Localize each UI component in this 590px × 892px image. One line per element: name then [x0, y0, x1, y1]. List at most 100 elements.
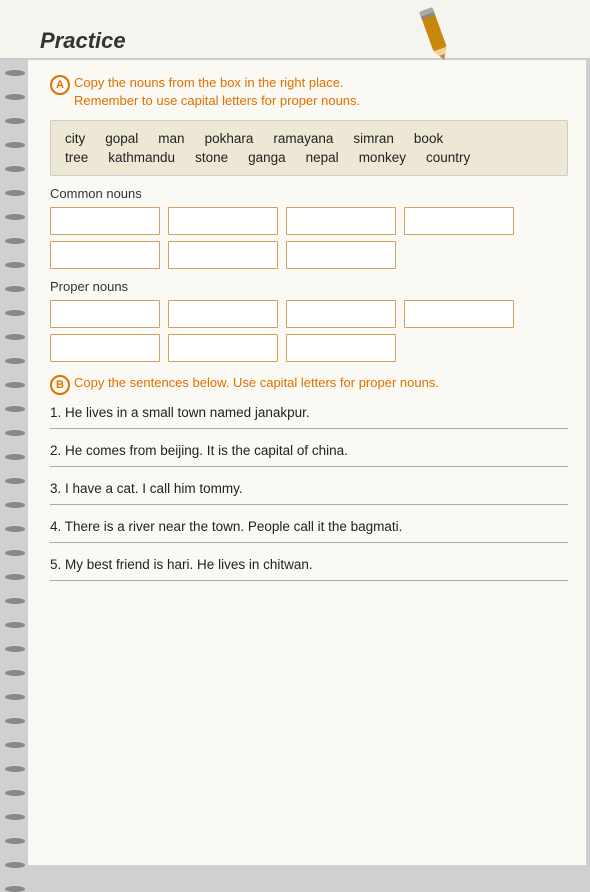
top-bar: Practice [0, 0, 590, 60]
section-b-circle: B [50, 375, 70, 395]
spiral-ring [5, 238, 25, 244]
common-noun-box-6[interactable] [168, 241, 278, 269]
sentence-3: 3. I have a cat. I call him tommy. [50, 481, 568, 505]
common-nouns-row2 [50, 241, 568, 269]
main-content: A Copy the nouns from the box in the rig… [28, 60, 586, 865]
word-kathmandu: kathmandu [108, 150, 175, 165]
pencil-icon [410, 0, 460, 70]
spiral-ring [5, 142, 25, 148]
word-pokhara: pokhara [205, 131, 254, 146]
spiral-ring [5, 526, 25, 532]
spiral-ring [5, 262, 25, 268]
sentence-1: 1. He lives in a small town named janakp… [50, 405, 568, 429]
word-simran: simran [353, 131, 394, 146]
spiral-ring [5, 70, 25, 76]
spiral-ring [5, 694, 25, 700]
word-nepal: nepal [306, 150, 339, 165]
word-monkey: monkey [359, 150, 406, 165]
proper-noun-box-3[interactable] [286, 300, 396, 328]
common-noun-box-5[interactable] [50, 241, 160, 269]
proper-noun-box-1[interactable] [50, 300, 160, 328]
common-nouns-label: Common nouns [50, 186, 568, 201]
word-box: city gopal man pokhara ramayana simran b… [50, 120, 568, 176]
word-stone: stone [195, 150, 228, 165]
spiral-ring [5, 742, 25, 748]
proper-nouns-label: Proper nouns [50, 279, 568, 294]
spiral-ring [5, 190, 25, 196]
spiral-ring [5, 166, 25, 172]
word-row-2: tree kathmandu stone ganga nepal monkey … [65, 150, 553, 165]
proper-nouns-row2 [50, 334, 568, 362]
word-gopal: gopal [105, 131, 138, 146]
spiral-ring [5, 646, 25, 652]
sentence-5-line [50, 580, 568, 581]
proper-noun-box-6[interactable] [168, 334, 278, 362]
sentence-2: 2. He comes from beijing. It is the capi… [50, 443, 568, 467]
sentence-5: 5. My best friend is hari. He lives in c… [50, 557, 568, 581]
section-b-header: B Copy the sentences below. Use capital … [50, 374, 568, 395]
section-b-instruction: Copy the sentences below. Use capital le… [74, 374, 439, 392]
spiral-ring [5, 862, 25, 868]
section-a-line1: Copy the nouns from the box in the right… [74, 75, 344, 90]
word-ganga: ganga [248, 150, 286, 165]
spiral-ring [5, 478, 25, 484]
page-title: Practice [40, 28, 126, 54]
spiral-ring [5, 94, 25, 100]
spiral-ring [5, 286, 25, 292]
proper-noun-box-2[interactable] [168, 300, 278, 328]
word-book: book [414, 131, 443, 146]
spiral-ring [5, 502, 25, 508]
section-a-instruction: Copy the nouns from the box in the right… [74, 74, 360, 110]
spiral-ring [5, 550, 25, 556]
common-noun-box-3[interactable] [286, 207, 396, 235]
sentence-5-text: 5. My best friend is hari. He lives in c… [50, 557, 568, 572]
proper-noun-box-7[interactable] [286, 334, 396, 362]
sentence-2-line [50, 466, 568, 467]
sentence-3-line [50, 504, 568, 505]
proper-noun-box-4[interactable] [404, 300, 514, 328]
spiral-ring [5, 214, 25, 220]
spiral-ring [5, 454, 25, 460]
sentence-3-text: 3. I have a cat. I call him tommy. [50, 481, 568, 496]
spiral-ring [5, 598, 25, 604]
spiral-ring [5, 574, 25, 580]
word-city: city [65, 131, 85, 146]
proper-noun-box-5[interactable] [50, 334, 160, 362]
common-noun-box-4[interactable] [404, 207, 514, 235]
spiral-ring [5, 430, 25, 436]
common-nouns-row1 [50, 207, 568, 235]
spiral-ring [5, 886, 25, 892]
spiral-ring [5, 766, 25, 772]
word-man: man [158, 131, 184, 146]
sentence-4-line [50, 542, 568, 543]
word-row-1: city gopal man pokhara ramayana simran b… [65, 131, 553, 146]
sentence-4-text: 4. There is a river near the town. Peopl… [50, 519, 568, 534]
spiral-ring [5, 406, 25, 412]
spiral-ring [5, 718, 25, 724]
sentence-4: 4. There is a river near the town. Peopl… [50, 519, 568, 543]
common-noun-box-7[interactable] [286, 241, 396, 269]
spiral-binding [0, 60, 30, 860]
word-country: country [426, 150, 470, 165]
section-a-circle: A [50, 75, 70, 95]
sentence-1-text: 1. He lives in a small town named janakp… [50, 405, 568, 420]
spiral-ring [5, 118, 25, 124]
spiral-ring [5, 334, 25, 340]
spiral-ring [5, 358, 25, 364]
section-a-header: A Copy the nouns from the box in the rig… [50, 74, 568, 110]
spiral-ring [5, 310, 25, 316]
spiral-ring [5, 790, 25, 796]
spiral-ring [5, 814, 25, 820]
proper-nouns-row1 [50, 300, 568, 328]
spiral-ring [5, 670, 25, 676]
word-ramayana: ramayana [273, 131, 333, 146]
common-noun-box-1[interactable] [50, 207, 160, 235]
sentence-1-line [50, 428, 568, 429]
section-a-line2: Remember to use capital letters for prop… [74, 93, 360, 108]
spiral-ring [5, 622, 25, 628]
common-noun-box-2[interactable] [168, 207, 278, 235]
spiral-ring [5, 838, 25, 844]
sentence-2-text: 2. He comes from beijing. It is the capi… [50, 443, 568, 458]
spiral-ring [5, 382, 25, 388]
word-tree: tree [65, 150, 88, 165]
